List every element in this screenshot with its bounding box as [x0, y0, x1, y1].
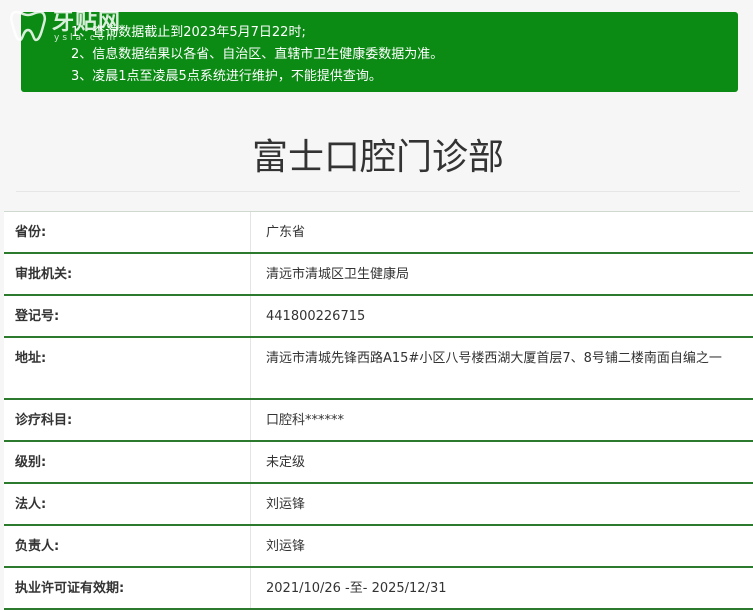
detail-value: 刘运锋 — [250, 526, 753, 566]
detail-value: 广东省 — [250, 212, 753, 252]
clinic-title: 富士口腔门诊部 — [251, 137, 504, 178]
detail-row-registration-number: 登记号: 441800226715 — [4, 296, 753, 338]
detail-row-address: 地址: 清远市清城先锋西路A15#小区八号楼西湖大厦首层7、8号铺二楼南面自编之… — [4, 338, 753, 400]
detail-label: 负责人: — [15, 539, 60, 554]
detail-row-province: 省份: 广东省 — [4, 212, 753, 254]
detail-value: 清远市清城区卫生健康局 — [250, 254, 753, 294]
title-divider — [16, 191, 740, 192]
detail-value: 口腔科****** — [250, 400, 753, 440]
detail-label: 法人: — [15, 497, 47, 512]
detail-value: 清远市清城先锋西路A15#小区八号楼西湖大厦首层7、8号铺二楼南面自编之一 — [250, 338, 753, 398]
detail-label: 审批机关: — [15, 267, 73, 282]
detail-label: 省份: — [15, 225, 47, 240]
notice-line-2: 2、信息数据结果以各省、自治区、直辖市卫生健康委数据为准。 — [71, 47, 444, 62]
detail-row-departments: 诊疗科目: 口腔科****** — [4, 400, 753, 442]
detail-label: 诊疗科目: — [15, 413, 73, 428]
detail-label: 级别: — [15, 455, 47, 470]
notice-banner: 1、查询数据截止到2023年5月7日22时; 2、信息数据结果以各省、自治区、直… — [21, 12, 738, 92]
detail-value: 未定级 — [250, 442, 753, 482]
detail-value: 441800226715 — [250, 296, 753, 336]
details-table: 省份: 广东省 审批机关: 清远市清城区卫生健康局 登记号: 441800226… — [4, 211, 753, 610]
detail-label: 登记号: — [15, 309, 60, 324]
notice-line-1: 1、查询数据截止到2023年5月7日22时; — [71, 25, 306, 40]
detail-value: 刘运锋 — [250, 484, 753, 524]
detail-row-level: 级别: 未定级 — [4, 442, 753, 484]
detail-row-license-validity: 执业许可证有效期: 2021/10/26 -至- 2025/12/31 — [4, 568, 753, 610]
detail-row-person-in-charge: 负责人: 刘运锋 — [4, 526, 753, 568]
detail-value: 2021/10/26 -至- 2025/12/31 — [250, 568, 753, 608]
detail-label: 地址: — [15, 351, 47, 366]
detail-row-legal-person: 法人: 刘运锋 — [4, 484, 753, 526]
detail-label: 执业许可证有效期: — [15, 581, 125, 596]
detail-row-authority: 审批机关: 清远市清城区卫生健康局 — [4, 254, 753, 296]
notice-line-3: 3、凌晨1点至凌晨5点系统进行维护，不能提供查询。 — [71, 69, 382, 84]
